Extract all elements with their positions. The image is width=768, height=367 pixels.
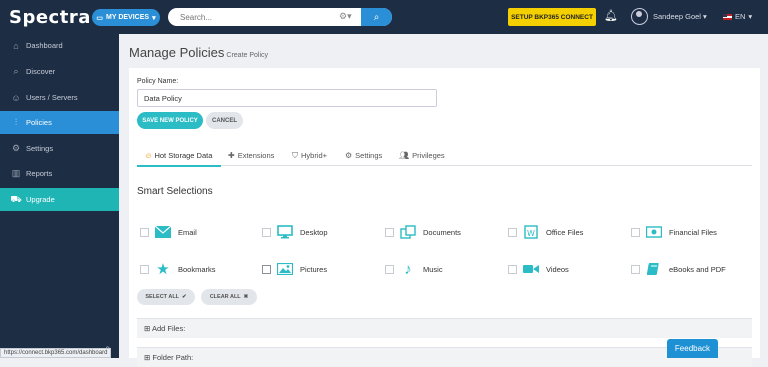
sidebar-item-policies[interactable]: ⫶ Policies [0,111,119,134]
search-input[interactable] [168,8,358,26]
smart-selection-desktop[interactable]: Desktop [262,224,328,240]
chart-icon: ▥ [11,168,21,178]
smart-selection-music[interactable]: ♪ Music [385,260,443,278]
desktop-icon [276,225,294,239]
search-bar: ⚙▾ ⌕ [168,8,392,26]
fire-icon: 🔥︎ [145,150,152,160]
users-icon: ☺ [11,92,21,103]
sidebar-item-users-servers[interactable]: ☺ Users / Servers [0,86,119,109]
money-icon [645,225,663,239]
users-icon: 👥︎ [399,151,410,160]
search-icon: ⌕ [373,11,380,23]
search-icon: ⌕ [13,66,19,76]
add-files-panel[interactable]: ⊞ Add Files: [137,318,752,338]
checkbox[interactable] [262,227,271,237]
puzzle-icon: ✚ [228,151,235,160]
save-new-policy-button[interactable]: SAVE NEW POLICY [137,112,203,129]
tab-privileges[interactable]: 👥︎ Privileges [399,145,445,166]
office-files-icon: W [522,225,540,239]
checkbox[interactable] [508,227,517,237]
checkbox[interactable] [631,264,640,274]
sidebar: ⌂ Dashboard ⌕ Discover ☺ Users / Servers ⫶ P… [0,34,119,358]
bell-icon[interactable]: 🔔︎ [604,9,618,22]
star-icon: ★ [156,261,170,278]
smart-selection-pictures[interactable]: Pictures [262,261,327,277]
svg-text:W: W [527,229,535,238]
policy-name-label: Policy Name: [137,78,179,85]
smart-selection-office-files[interactable]: W Office Files [508,224,583,240]
folder-path-panel[interactable]: ⊞ Folder Path: [137,347,752,367]
language-selector[interactable]: EN ▾ [723,12,752,21]
image-icon [276,262,294,276]
avatar[interactable] [631,8,648,25]
setup-connect-button[interactable]: SETUP BKP365 CONNECT [508,8,596,26]
smart-selection-videos[interactable]: Videos [508,261,569,277]
sidebar-item-reports[interactable]: ▥ Reports [0,162,119,185]
documents-icon [399,225,417,239]
gear-icon: ⚙ [11,143,21,153]
chevron-down-icon: ▾ [152,14,156,22]
search-button[interactable]: ⌕ [361,8,392,26]
page-subtitle: Create Policy [226,52,269,59]
tab-hot-storage-data[interactable]: 🔥︎ Hot Storage Data [137,145,221,167]
checkbox[interactable] [385,264,394,274]
dashboard-icon: ⌂ [13,40,19,51]
tab-settings[interactable]: ⚙ Settings [345,145,382,166]
email-icon [154,225,172,239]
sidebar-item-settings[interactable]: ⚙ Settings [0,137,119,160]
us-flag-icon [723,13,732,20]
policy-name-input[interactable]: Data Policy [137,89,437,107]
my-devices-button[interactable]: ▭ MY DEVICES ▾ [92,9,160,26]
plus-square-icon: ⊞ [144,324,151,333]
smart-selections-title: Smart Selections [137,186,213,197]
video-icon [522,262,540,276]
top-bar: Spectra ▭ MY DEVICES ▾ ⚙▾ ⌕ SETUP BKP365… [0,0,768,34]
smart-selection-bookmarks[interactable]: ★ Bookmarks [140,261,216,278]
checkbox[interactable] [262,264,271,274]
gears-icon: ⚙ [345,151,353,160]
book-icon [645,262,663,276]
logo[interactable]: Spectra [9,7,91,28]
my-devices-label: MY DEVICES [106,14,150,21]
policy-tabs: 🔥︎ Hot Storage Data ✚ Extensions ⛉ Hybrid+ … [137,145,752,167]
smart-selection-ebooks-pdf[interactable]: eBooks and PDF [631,261,726,277]
smart-selection-email[interactable]: Email [140,224,197,240]
user-menu[interactable]: Sandeep Goel ▾ [653,12,707,21]
checkbox[interactable] [508,264,517,274]
page-title: Manage Policies Create Policy [129,45,269,60]
checkbox[interactable] [140,264,149,274]
sidebar-item-dashboard[interactable]: ⌂ Dashboard [0,34,119,57]
check-icon: ✔ [182,294,187,300]
shield-icon: ⛉ [292,150,298,160]
sidebar-item-upgrade[interactable]: ⛟ Upgrade [0,188,119,211]
tab-extensions[interactable]: ✚ Extensions [228,145,274,166]
cart-icon: ⛟ [10,193,22,204]
search-settings-icon[interactable]: ⚙▾ [339,11,352,22]
smart-selection-documents[interactable]: Documents [385,224,461,240]
smart-selection-financial-files[interactable]: Financial Files [631,224,717,240]
checkbox[interactable] [385,227,394,237]
clear-all-button[interactable]: CLEAR ALL ✖ [201,289,257,305]
select-all-button[interactable]: SELECT ALL ✔ [137,289,195,305]
close-icon: ✖ [243,294,249,300]
feedback-button[interactable]: Feedback [667,339,718,358]
checkbox[interactable] [140,227,149,237]
checkbox[interactable] [631,227,640,237]
tab-hybrid[interactable]: ⛉ Hybrid+ [292,145,327,166]
monitor-icon: ▭ [96,14,104,22]
music-icon: ♪ [404,260,412,278]
sidebar-item-discover[interactable]: ⌕ Discover [0,60,119,83]
status-url: https://connect.bkp365.com/dashboard [0,348,112,358]
sliders-icon: ⫶ [14,117,18,127]
cancel-button[interactable]: CANCEL [206,112,243,129]
